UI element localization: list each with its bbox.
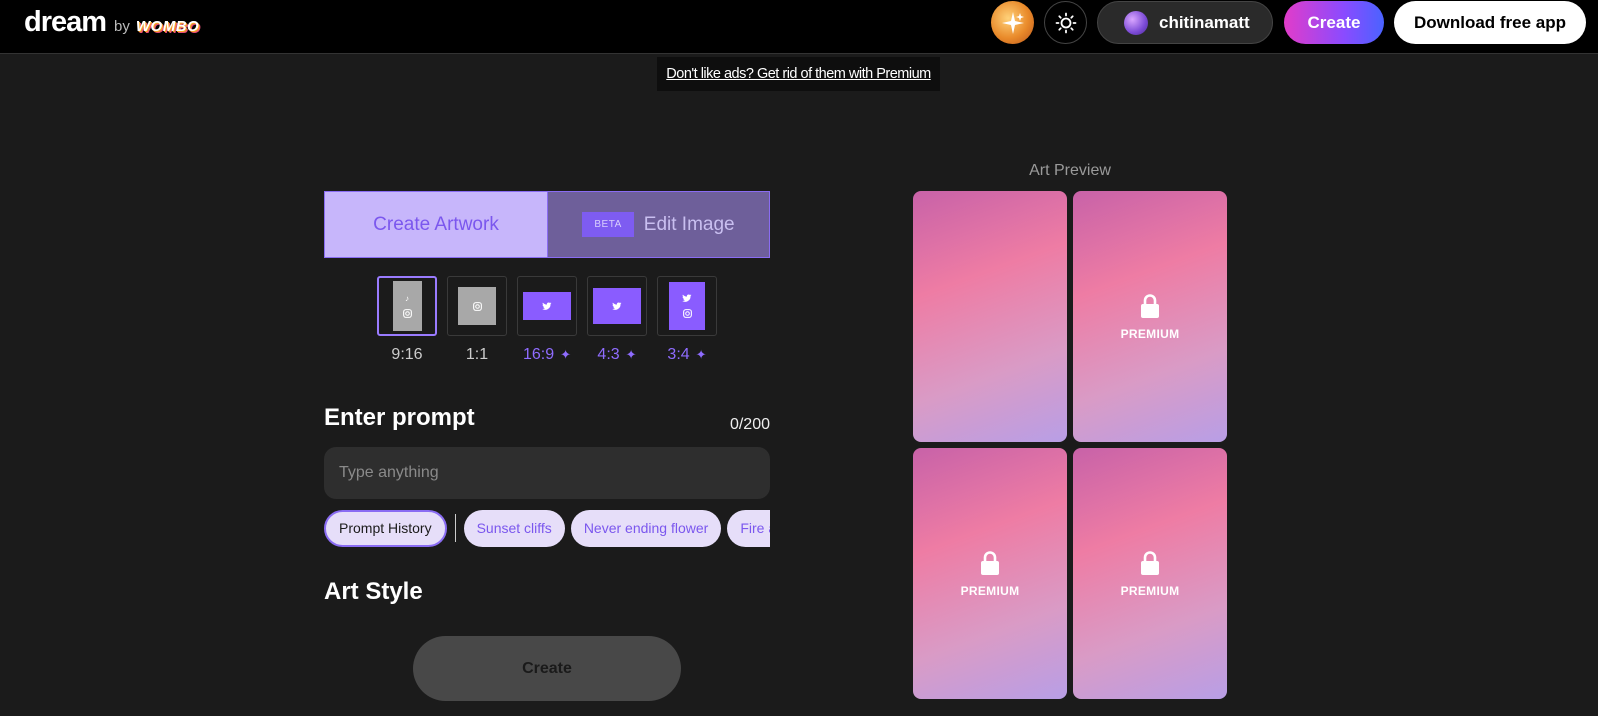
sparkle-icon: ✦ [560, 347, 572, 362]
lock-icon [1141, 550, 1159, 575]
ratio-label: 4:3 ✦ [597, 346, 636, 364]
ratio-shape-landscape [523, 292, 571, 320]
ratio-label-text: 16:9 [522, 346, 555, 363]
preview-card-premium[interactable]: PREMIUM [1073, 448, 1227, 699]
ratio-label: 3:4 ✦ [667, 346, 706, 364]
instagram-icon [682, 309, 692, 318]
ratio-box[interactable] [587, 276, 647, 336]
premium-avatar-button[interactable] [991, 1, 1034, 44]
wombo-logo: WOMBO [135, 18, 200, 35]
user-avatar [1124, 10, 1148, 35]
tiktok-icon: ♪ [405, 293, 409, 303]
premium-label: PREMIUM [960, 583, 1020, 598]
download-app-button[interactable]: Download free app [1394, 1, 1586, 44]
lock-icon [981, 550, 999, 575]
twitter-icon [612, 301, 622, 310]
top-bar: dream by WOMBO chitinamatt Create Downlo… [0, 0, 1598, 54]
ratio-label-text: 4:3 [597, 346, 620, 363]
logo-by-text: by [114, 18, 130, 35]
prompt-char-count: 0/200 [729, 416, 770, 433]
lock-icon [1141, 293, 1159, 318]
premium-label: PREMIUM [1120, 326, 1180, 341]
ratio-label: 16:9 ✦ [523, 346, 571, 364]
ratio-box[interactable] [517, 276, 577, 336]
preview-card-premium[interactable]: PREMIUM [1073, 191, 1227, 442]
instagram-icon [402, 308, 412, 318]
theme-toggle-button[interactable] [1044, 1, 1087, 44]
ratio-shape-landscape [593, 288, 641, 324]
tab-create-artwork[interactable]: Create Artwork [325, 192, 547, 257]
beta-badge: BETA [582, 212, 634, 237]
twitter-icon [682, 294, 692, 302]
suggestion-chip[interactable]: Fire and water [727, 509, 770, 547]
logo-text: dream [24, 6, 107, 38]
user-name: chitinamatt [1159, 12, 1250, 32]
ratio-option-16-9[interactable]: 16:9 ✦ [517, 276, 577, 364]
remove-ads-link[interactable]: Don't like ads? Get rid of them with Pre… [666, 66, 931, 82]
chip-divider [454, 514, 456, 542]
premium-label: PREMIUM [1120, 583, 1180, 598]
preview-card-premium[interactable]: PREMIUM [913, 448, 1067, 699]
mode-tabs: Create Artwork BETA Edit Image [324, 191, 770, 258]
prompt-suggestion-chips: Prompt History Sunset cliffs Never endin… [324, 509, 770, 547]
ratio-label-text: 3:4 [667, 346, 690, 363]
twitter-icon [542, 301, 552, 310]
tab-edit-image[interactable]: BETA Edit Image [547, 192, 769, 257]
art-preview-grid: PREMIUM PREMIUM PREMIUM [913, 191, 1227, 701]
sun-icon [1055, 12, 1076, 33]
remove-ads-banner: Don't like ads? Get rid of them with Pre… [657, 57, 940, 91]
ratio-option-4-3[interactable]: 4:3 ✦ [587, 276, 647, 364]
suggestion-chip[interactable]: Sunset cliffs [463, 509, 565, 547]
ratio-shape-square [458, 287, 496, 325]
ratio-option-3-4[interactable]: 3:4 ✦ [657, 276, 717, 364]
ratio-shape-portrait [669, 282, 705, 330]
ratio-shape-portrait: ♪ [392, 281, 422, 331]
ratio-box[interactable] [447, 276, 507, 336]
user-profile-button[interactable]: chitinamatt [1097, 1, 1273, 44]
instagram-icon [472, 301, 482, 311]
ratio-label: 9:16 [391, 346, 422, 364]
suggestion-chip[interactable]: Never ending flower [570, 509, 722, 547]
art-preview-title: Art Preview [1029, 162, 1111, 179]
prompt-input[interactable] [324, 447, 770, 499]
prompt-title: Enter prompt [324, 404, 475, 431]
prompt-history-button[interactable]: Prompt History [324, 509, 447, 547]
aspect-ratio-selector: ♪ 9:16 1:1 16:9 ✦ 4:3 ✦ 3:4 ✦ [377, 276, 717, 364]
ratio-label-text: 1:1 [465, 346, 489, 363]
ratio-label: 1:1 [466, 346, 488, 364]
sparkle-icon: ✦ [625, 347, 637, 362]
ratio-box[interactable] [657, 276, 717, 336]
sparkle-icon: ✦ [695, 347, 707, 362]
ratio-option-9-16[interactable]: ♪ 9:16 [377, 276, 437, 364]
ratio-box[interactable]: ♪ [377, 276, 437, 336]
tab-edit-image-label: Edit Image [643, 213, 735, 235]
preview-card[interactable] [913, 191, 1067, 442]
ratio-label-text: 9:16 [391, 346, 423, 363]
dream-logo[interactable]: dream by WOMBO [24, 6, 199, 39]
art-style-title: Art Style [324, 578, 423, 605]
create-artwork-button[interactable]: Create [413, 636, 681, 701]
ratio-option-1-1[interactable]: 1:1 [447, 276, 507, 364]
sparkle-icon [1001, 11, 1024, 34]
header-create-button[interactable]: Create [1284, 1, 1384, 44]
